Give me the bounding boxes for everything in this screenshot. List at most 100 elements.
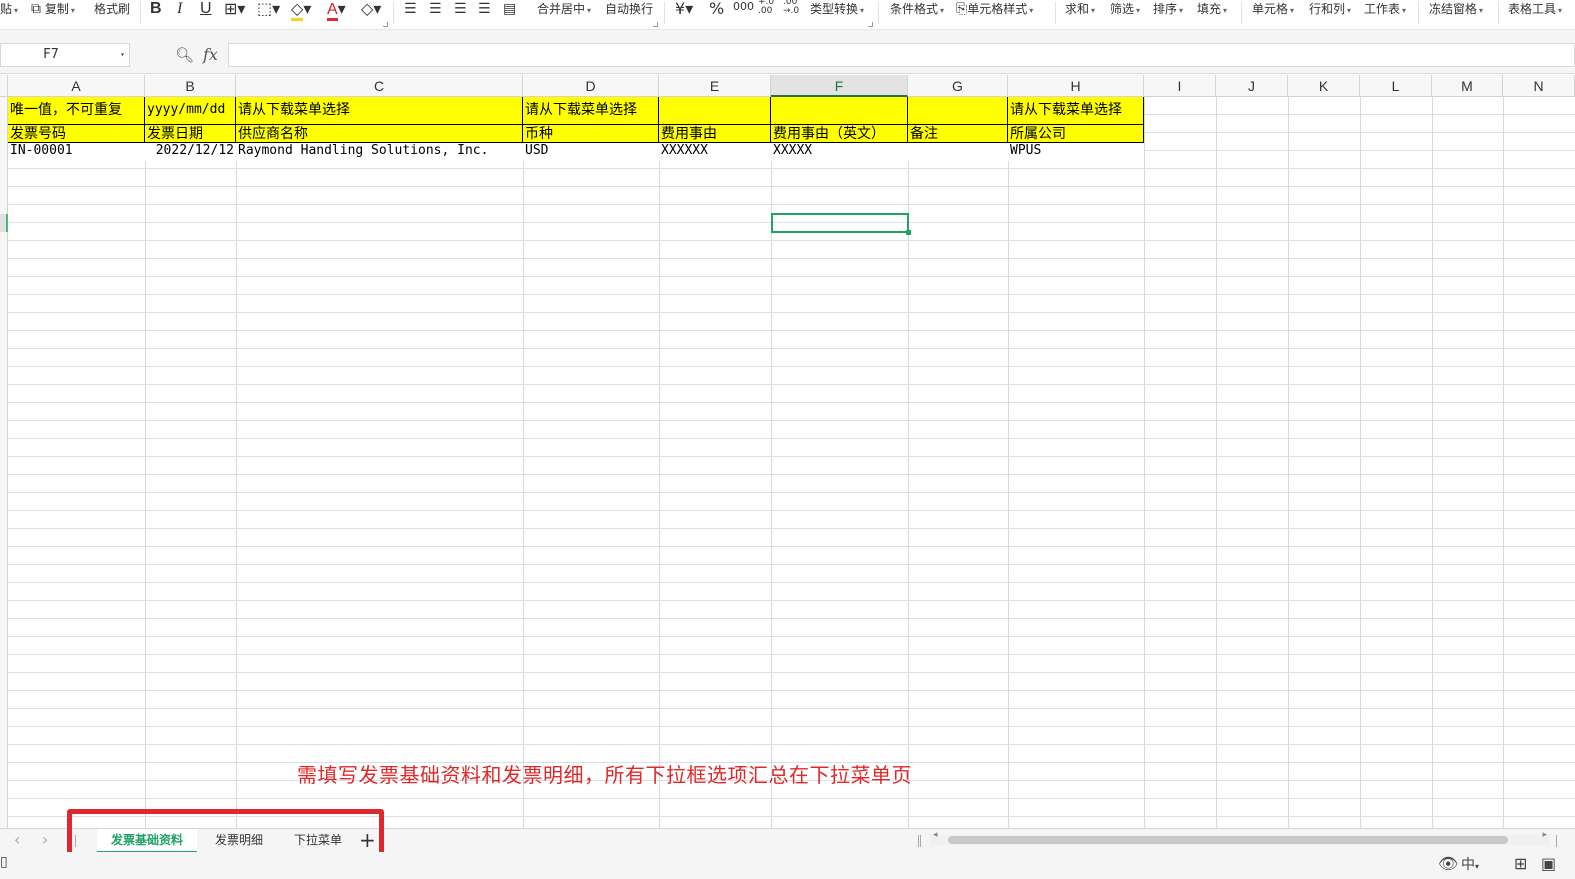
sort-button[interactable]: 排序 ▾ bbox=[1153, 0, 1183, 20]
cell-d3[interactable]: USD bbox=[523, 143, 659, 161]
paste-button[interactable]: 贴 ▾ bbox=[0, 0, 18, 20]
zoom-icon[interactable]: 🔍︎ bbox=[175, 46, 194, 64]
scroll-right-icon[interactable]: ▸ bbox=[1542, 830, 1547, 840]
cell-a3[interactable]: IN-00001 bbox=[8, 143, 145, 161]
filter-button[interactable]: 筛选 ▾ bbox=[1110, 0, 1140, 20]
cell-c2[interactable]: 供应商名称 bbox=[236, 125, 523, 143]
row-col-button[interactable]: 行和列 ▾ bbox=[1309, 0, 1351, 20]
cell-button[interactable]: 单元格 ▾ bbox=[1252, 0, 1294, 20]
column-header-f[interactable]: F bbox=[771, 75, 908, 97]
column-header-l[interactable]: L bbox=[1360, 75, 1432, 97]
column-header-j[interactable]: J bbox=[1216, 75, 1288, 97]
cell-c3[interactable]: Raymond Handling Solutions, Inc. bbox=[236, 143, 523, 161]
clear-format-icon[interactable]: ◇▾ bbox=[361, 0, 381, 20]
cell-b1[interactable]: yyyy/mm/dd bbox=[145, 97, 236, 125]
scrollbar-thumb[interactable] bbox=[948, 836, 1508, 844]
macro-icon[interactable]: ▯ bbox=[0, 854, 8, 870]
bold-icon[interactable]: B bbox=[150, 0, 162, 20]
cell-e3[interactable]: XXXXXX bbox=[659, 143, 771, 161]
distribute-icon[interactable]: ▤ bbox=[503, 0, 516, 20]
input-mode-button[interactable]: 中▾ bbox=[1461, 854, 1479, 874]
align-left-icon[interactable]: ☰ bbox=[404, 0, 417, 20]
chevron-down-icon[interactable]: ▾ bbox=[120, 44, 125, 66]
format-painter-button[interactable]: 格式刷 bbox=[94, 0, 130, 20]
sum-button[interactable]: 求和 ▾ bbox=[1065, 0, 1095, 20]
normal-view-icon[interactable]: ⊞ bbox=[1514, 854, 1527, 873]
eye-icon[interactable]: 👁︎ bbox=[1438, 854, 1458, 873]
cell-f3[interactable]: XXXXX bbox=[771, 143, 908, 161]
row-header-selected[interactable] bbox=[0, 214, 8, 232]
fill-color-icon[interactable]: ◇▾ bbox=[291, 0, 311, 21]
cell-e2[interactable]: 费用事由 bbox=[659, 125, 771, 143]
cell-h3[interactable]: WPUS bbox=[1008, 143, 1144, 161]
type-convert-button[interactable]: 类型转换 ▾ bbox=[810, 0, 864, 20]
column-header-n[interactable]: N bbox=[1503, 75, 1575, 97]
column-header-b[interactable]: B bbox=[145, 75, 236, 97]
column-header-i[interactable]: I bbox=[1144, 75, 1216, 97]
underline-icon[interactable]: U bbox=[200, 0, 212, 20]
fill-button[interactable]: 填充 ▾ bbox=[1197, 0, 1227, 20]
page-layout-icon[interactable]: ▣ bbox=[1541, 854, 1556, 873]
decrease-decimal-button[interactable]: .00 →.0 bbox=[783, 0, 803, 20]
freeze-label: 冻结窗格 bbox=[1429, 2, 1478, 16]
sum-label: 求和 bbox=[1065, 2, 1090, 16]
cell-g1[interactable] bbox=[908, 97, 1008, 125]
name-box[interactable]: F7 ▾ bbox=[0, 43, 130, 67]
align-center-icon[interactable]: ☰ bbox=[429, 0, 442, 20]
cell-d1[interactable]: 请从下载菜单选择 bbox=[523, 97, 659, 125]
conditional-format-button[interactable]: 条件格式 ▾ bbox=[890, 0, 944, 20]
cell-g2[interactable]: 备注 bbox=[908, 125, 1008, 143]
row-col-label: 行和列 bbox=[1309, 2, 1346, 16]
increase-decimal-button[interactable]: +.0 .00 bbox=[758, 0, 778, 20]
justify-icon[interactable]: ☰ bbox=[478, 0, 491, 20]
cell-g3[interactable] bbox=[908, 143, 1008, 161]
cell-c1[interactable]: 请从下载菜单选择 bbox=[236, 97, 523, 125]
font-color-icon[interactable]: A▾ bbox=[327, 0, 346, 21]
annotation-note: 需填写发票基础资料和发票明细，所有下拉框选项汇总在下拉菜单页 bbox=[297, 763, 912, 787]
active-cell-selection[interactable] bbox=[771, 213, 911, 235]
cell-e1[interactable] bbox=[659, 97, 771, 125]
table-tools-label: 表格工具 bbox=[1508, 2, 1557, 16]
worksheet-button[interactable]: 工作表 ▾ bbox=[1364, 0, 1406, 20]
chevron-left-icon[interactable]: ‹ bbox=[14, 829, 20, 853]
cell-a2[interactable]: 发票号码 bbox=[8, 125, 145, 143]
cell-f1[interactable] bbox=[771, 97, 908, 125]
chevron-right-icon[interactable]: › bbox=[42, 829, 48, 853]
column-header-d[interactable]: D bbox=[523, 75, 659, 97]
cell-b2[interactable]: 发票日期 bbox=[145, 125, 236, 143]
column-header-h[interactable]: H bbox=[1008, 75, 1144, 97]
fill-label: 填充 bbox=[1197, 2, 1222, 16]
freeze-button[interactable]: 冻结窗格 ▾ bbox=[1429, 0, 1483, 20]
row-headers[interactable] bbox=[0, 97, 8, 828]
column-header-k[interactable]: K bbox=[1288, 75, 1360, 97]
copy-button[interactable]: ⧉ 复制 ▾ bbox=[31, 0, 75, 20]
function-icon[interactable]: fx bbox=[203, 45, 218, 64]
cell-f2[interactable]: 费用事由（英文） bbox=[771, 125, 908, 143]
merge-center-button[interactable]: 合并居中 ▾ bbox=[537, 0, 591, 20]
wrap-text-button[interactable]: 自动换行 bbox=[605, 0, 653, 20]
fill-pattern-icon[interactable]: ⬚▾ bbox=[257, 0, 280, 20]
cell-a1[interactable]: 唯一值，不可重复 bbox=[8, 97, 145, 125]
column-header-a[interactable]: A bbox=[8, 75, 145, 97]
italic-icon[interactable]: I bbox=[177, 0, 182, 20]
formula-input[interactable] bbox=[228, 43, 1575, 67]
border-icon[interactable]: ⊞▾ bbox=[224, 0, 245, 20]
table-tools-button[interactable]: 表格工具 ▾ bbox=[1508, 0, 1562, 20]
percent-button[interactable]: % bbox=[709, 0, 724, 20]
scroll-left-icon[interactable]: ◂ bbox=[933, 830, 938, 840]
cell-style-button[interactable]: ⎘单元格样式 ▾ bbox=[956, 0, 1033, 20]
align-right-icon[interactable]: ☰ bbox=[454, 0, 467, 20]
horizontal-scrollbar[interactable]: ◂ ▸ bbox=[930, 830, 1550, 845]
column-header-g[interactable]: G bbox=[908, 75, 1008, 97]
cell-b3[interactable]: 2022/12/12 bbox=[145, 143, 236, 161]
column-header-e[interactable]: E bbox=[659, 75, 771, 97]
cell-h1[interactable]: 请从下载菜单选择 bbox=[1008, 97, 1144, 125]
thousands-button[interactable]: 000 bbox=[733, 0, 754, 19]
column-header-m[interactable]: M bbox=[1432, 75, 1503, 97]
column-header-c[interactable]: C bbox=[236, 75, 523, 97]
cell-d2[interactable]: 币种 bbox=[523, 125, 659, 143]
cell-grid[interactable]: 唯一值，不可重复 yyyy/mm/dd 请从下载菜单选择 请从下载菜单选择 请从… bbox=[8, 97, 1575, 828]
select-all-corner[interactable] bbox=[0, 75, 8, 97]
cell-h2[interactable]: 所属公司 bbox=[1008, 125, 1144, 143]
currency-button[interactable]: ¥▾ bbox=[675, 0, 693, 20]
